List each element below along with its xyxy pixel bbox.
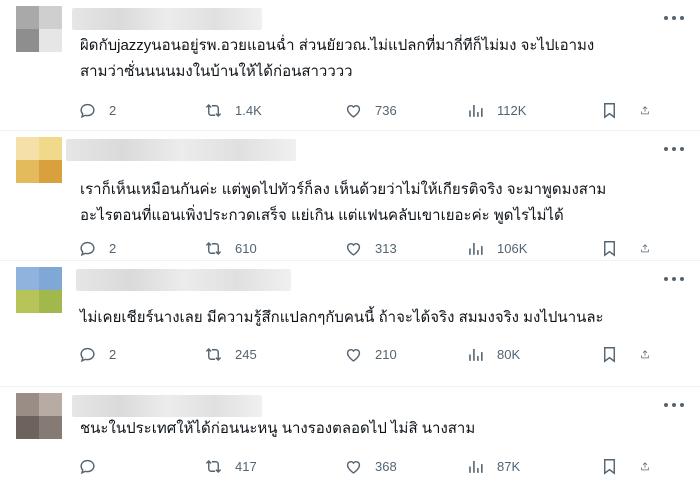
- views-icon: [469, 348, 483, 361]
- action-bar: 417 368 87K: [78, 455, 680, 477]
- views-button[interactable]: 80K: [466, 345, 600, 364]
- like-count: 210: [375, 346, 397, 362]
- views-count: 106K: [497, 240, 528, 256]
- post-text: ผิดกับjazzyนอนอยู่รพ.อวยแอนฉ่ำ ส่วนยัยวณ…: [80, 33, 682, 85]
- bookmark-button[interactable]: [600, 457, 640, 476]
- share-button[interactable]: [640, 345, 662, 364]
- avatar[interactable]: [16, 137, 62, 183]
- more-icon[interactable]: [664, 401, 684, 409]
- share-icon: [641, 461, 649, 470]
- reply-count: 2: [109, 346, 117, 362]
- author-name-blurred[interactable]: [72, 395, 262, 417]
- reply-button[interactable]: [78, 457, 204, 476]
- share-button[interactable]: [640, 457, 662, 476]
- author-name-blurred[interactable]: [66, 139, 296, 161]
- author-name-blurred[interactable]: [72, 8, 262, 30]
- bookmark-icon: [604, 102, 615, 119]
- repost-count: 1.4K: [235, 102, 262, 118]
- views-count: 80K: [497, 346, 521, 362]
- repost-button[interactable]: 417: [204, 457, 344, 476]
- like-count: 736: [375, 102, 397, 118]
- reply-post[interactable]: เราก็เห็นเหมือนกันค่ะ แต่พูดไปทัวร์ก็ลง …: [0, 131, 700, 261]
- reply-icon: [80, 241, 95, 256]
- views-button[interactable]: 87K: [466, 457, 600, 476]
- repost-icon: [205, 347, 222, 361]
- bookmark-icon: [604, 240, 615, 257]
- post-text-line: เราก็เห็นเหมือนกันค่ะ แต่พูดไปทัวร์ก็ลง …: [80, 181, 607, 198]
- like-button[interactable]: 313: [344, 239, 466, 258]
- reply-feed: ผิดกับjazzyนอนอยู่รพ.อวยแอนฉ่ำ ส่วนยัยวณ…: [0, 0, 700, 495]
- heart-icon: [346, 460, 361, 474]
- bookmark-icon: [604, 346, 615, 363]
- reply-count: 2: [109, 102, 117, 118]
- share-button[interactable]: [640, 101, 662, 120]
- views-icon: [469, 460, 483, 473]
- views-icon: [469, 242, 483, 255]
- views-button[interactable]: 112K: [466, 101, 600, 120]
- reply-button[interactable]: 2: [78, 345, 204, 364]
- bookmark-button[interactable]: [600, 101, 640, 120]
- action-bar: 2 245 210 80K: [78, 343, 680, 365]
- post-text-line: ไม่เคยเชียร์นางเลย มีความรู้สึกแปลกๆกับค…: [80, 309, 604, 326]
- like-count: 368: [375, 458, 397, 474]
- post-text: ไม่เคยเชียร์นางเลย มีความรู้สึกแปลกๆกับค…: [80, 305, 682, 331]
- repost-icon: [205, 103, 222, 117]
- repost-icon: [205, 459, 222, 473]
- post-text-line: ผิดกับjazzyนอนอยู่รพ.อวยแอนฉ่ำ ส่วนยัยวณ…: [80, 37, 595, 54]
- like-button[interactable]: 368: [344, 457, 466, 476]
- reply-icon: [80, 459, 95, 474]
- reply-button[interactable]: 2: [78, 239, 204, 258]
- avatar[interactable]: [16, 393, 62, 439]
- share-icon: [641, 105, 649, 114]
- views-icon: [469, 104, 483, 117]
- post-text-line: ชนะในประเทศให้ได้ก่อนนะหนู นางรองตลอดไป …: [80, 420, 476, 437]
- reply-icon: [80, 103, 95, 118]
- like-count: 313: [375, 240, 397, 256]
- views-count: 87K: [497, 458, 521, 474]
- post-text: เราก็เห็นเหมือนกันค่ะ แต่พูดไปทัวร์ก็ลง …: [80, 177, 682, 229]
- author-name-blurred[interactable]: [76, 269, 291, 291]
- post-text-line: อะไรตอนที่แอนเพิ่งประกวดเสร็จ แย่เกิน แต…: [80, 207, 564, 224]
- reply-post[interactable]: ไม่เคยเชียร์นางเลย มีความรู้สึกแปลกๆกับค…: [0, 261, 700, 387]
- reply-post[interactable]: ผิดกับjazzyนอนอยู่รพ.อวยแอนฉ่ำ ส่วนยัยวณ…: [0, 0, 700, 131]
- more-icon[interactable]: [664, 145, 684, 153]
- share-icon: [641, 243, 649, 252]
- heart-icon: [346, 348, 361, 362]
- reply-post[interactable]: ชนะในประเทศให้ได้ก่อนนะหนู นางรองตลอดไป …: [0, 387, 700, 495]
- reply-count: 2: [109, 240, 117, 256]
- like-button[interactable]: 736: [344, 101, 466, 120]
- bookmark-icon: [604, 458, 615, 475]
- more-icon[interactable]: [664, 275, 684, 283]
- heart-icon: [346, 104, 361, 118]
- views-count: 112K: [497, 102, 527, 118]
- repost-count: 610: [235, 240, 257, 256]
- post-text-line: สามว่าซั่นนนนมงในบ้านให้ได้ก่อนสาวววว: [80, 63, 353, 80]
- like-button[interactable]: 210: [344, 345, 466, 364]
- share-button[interactable]: [640, 239, 662, 258]
- share-icon: [641, 349, 649, 358]
- more-icon[interactable]: [664, 14, 684, 22]
- bookmark-button[interactable]: [600, 239, 640, 258]
- avatar[interactable]: [16, 267, 62, 313]
- repost-button[interactable]: 245: [204, 345, 344, 364]
- avatar[interactable]: [16, 6, 62, 52]
- post-text: ชนะในประเทศให้ได้ก่อนนะหนู นางรองตลอดไป …: [80, 416, 682, 442]
- repost-count: 417: [235, 458, 257, 474]
- views-button[interactable]: 106K: [466, 239, 600, 258]
- repost-count: 245: [235, 346, 257, 362]
- heart-icon: [346, 242, 361, 256]
- action-bar: 2 1.4K 736 112K: [78, 99, 680, 121]
- repost-button[interactable]: 610: [204, 239, 344, 258]
- repost-button[interactable]: 1.4K: [204, 101, 344, 120]
- reply-icon: [80, 347, 95, 362]
- reply-button[interactable]: 2: [78, 101, 204, 120]
- action-bar: 2 610 313 106K: [78, 237, 680, 259]
- bookmark-button[interactable]: [600, 345, 640, 364]
- repost-icon: [205, 241, 222, 255]
